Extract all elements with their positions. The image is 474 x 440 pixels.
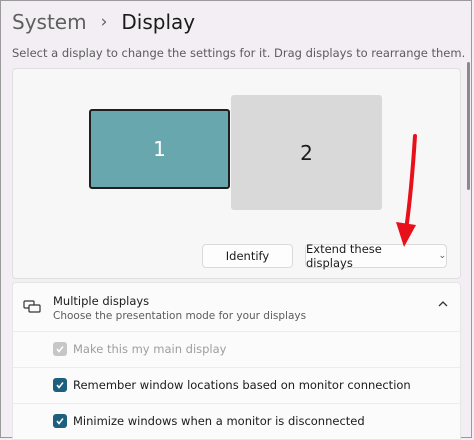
breadcrumb-system-link[interactable]: System: [12, 10, 87, 34]
minimize-windows-label: Minimize windows when a monitor is disco…: [73, 414, 365, 428]
remember-window-locations-checkbox[interactable]: [53, 378, 67, 392]
red-arrow-icon: [396, 134, 417, 247]
multiple-displays-icon: [23, 300, 41, 313]
monitor-2[interactable]: 2: [231, 95, 382, 210]
monitor-1[interactable]: 1: [89, 109, 230, 189]
remember-window-locations-label: Remember window locations based on monit…: [73, 378, 411, 392]
breadcrumb: System › Display: [12, 7, 195, 37]
chevron-right-icon: ›: [100, 12, 108, 32]
chevron-down-icon: ⌄: [438, 251, 446, 261]
option-main-display: Make this my main display: [13, 331, 460, 366]
identify-button[interactable]: Identify: [202, 244, 293, 268]
checkmark-icon: [56, 382, 64, 389]
minimize-windows-checkbox[interactable]: [53, 414, 67, 428]
multiple-displays-description: Choose the presentation mode for your di…: [53, 310, 307, 322]
checkmark-icon: [56, 418, 64, 425]
main-display-label: Make this my main display: [73, 342, 227, 356]
display-mode-dropdown[interactable]: Extend these displays ⌄: [305, 242, 447, 270]
multiple-displays-section: Multiple displays Choose the presentatio…: [12, 282, 461, 440]
multiple-displays-title: Multiple displays: [53, 294, 150, 308]
monitor-1-label: 1: [153, 137, 166, 161]
page-title: Display: [121, 10, 196, 34]
option-minimize-windows: Minimize windows when a monitor is disco…: [13, 403, 460, 438]
main-display-checkbox[interactable]: [53, 342, 67, 356]
checkmark-icon: [56, 346, 64, 353]
monitor-2-label: 2: [300, 140, 313, 165]
arrange-instructions: Select a display to change the settings …: [12, 46, 466, 60]
option-remember-window-locations: Remember window locations based on monit…: [13, 367, 460, 402]
chevron-up-icon[interactable]: [437, 299, 449, 309]
scrollbar[interactable]: [467, 62, 470, 190]
multiple-displays-header[interactable]: Multiple displays Choose the presentatio…: [13, 283, 460, 331]
